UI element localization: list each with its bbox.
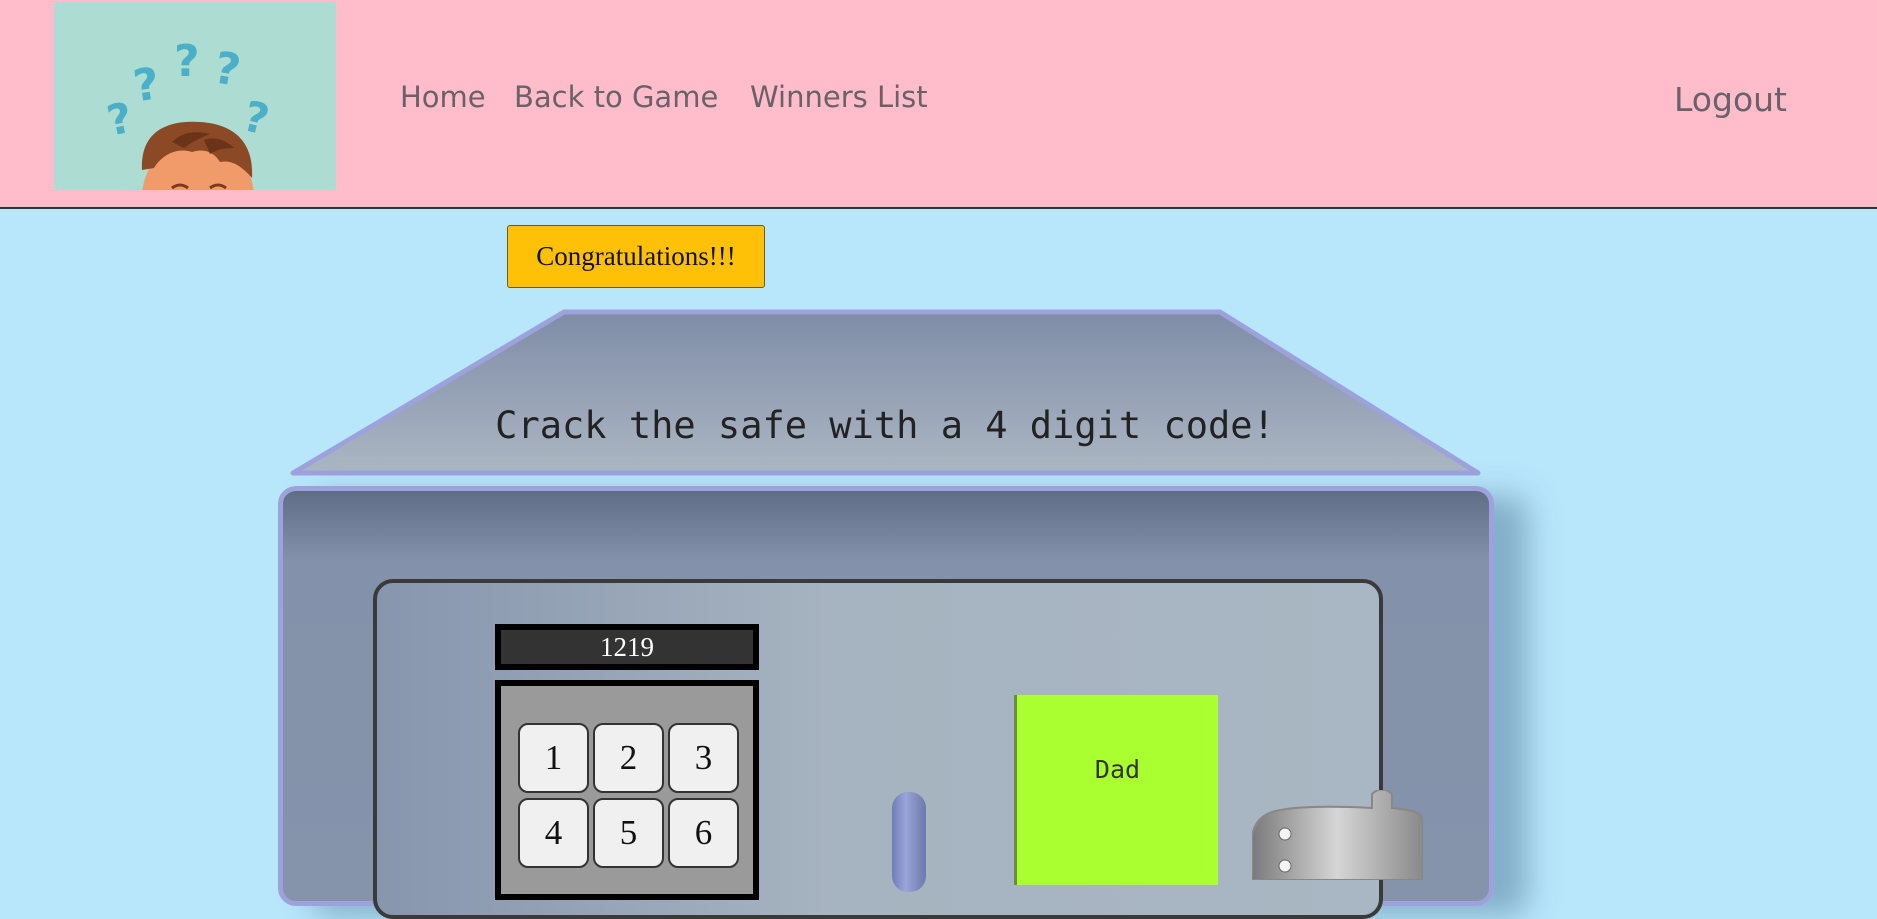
nav-home-link[interactable]: Home	[400, 80, 486, 114]
sticky-note: Dad	[1014, 695, 1218, 885]
key-5-button[interactable]: 5	[593, 798, 664, 868]
svg-text:?: ?	[174, 36, 200, 87]
thinking-boy-logo-icon: ? ? ? ? ?	[54, 2, 336, 190]
logout-link[interactable]: Logout	[1674, 80, 1787, 119]
safe-handle[interactable]	[892, 792, 926, 892]
keypad: 1 2 3 4 5 6	[495, 680, 759, 900]
key-3-button[interactable]: 3	[668, 723, 739, 793]
key-4-button[interactable]: 4	[518, 798, 589, 868]
congratulations-button[interactable]: Congratulations!!!	[507, 225, 765, 288]
site-logo[interactable]: ? ? ? ? ?	[54, 2, 336, 190]
nav-back-to-game-link[interactable]: Back to Game	[514, 80, 718, 114]
key-2-button[interactable]: 2	[593, 723, 664, 793]
safe-roof	[290, 309, 1481, 476]
nav-winners-list-link[interactable]: Winners List	[750, 80, 928, 114]
safe-title: Crack the safe with a 4 digit code!	[495, 404, 1275, 447]
sticky-note-text: Dad	[1094, 755, 1141, 784]
navbar: ? ? ? ? ? Home Back to Game Winners List…	[0, 0, 1877, 209]
key-6-button[interactable]: 6	[668, 798, 739, 868]
hinge-icon	[1252, 790, 1423, 880]
code-display: 1219	[495, 624, 759, 670]
key-1-button[interactable]: 1	[518, 723, 589, 793]
